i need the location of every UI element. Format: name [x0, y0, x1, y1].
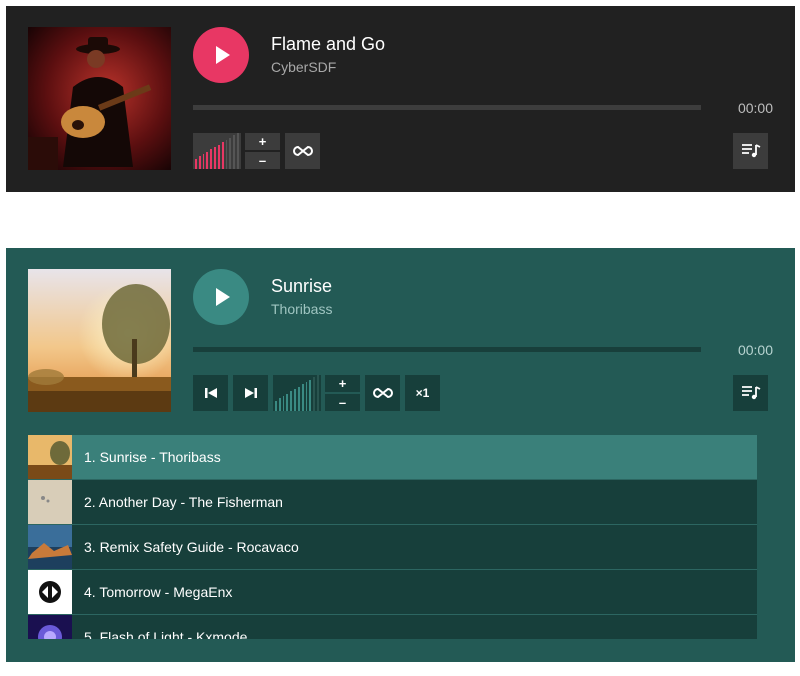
skip-next-icon [244, 388, 257, 398]
volume-bar [313, 377, 316, 411]
play-button[interactable] [193, 27, 249, 83]
repeat-icon [292, 145, 313, 157]
volume-bar [317, 375, 319, 411]
volume-bar [305, 382, 308, 411]
track-label: 4. Tomorrow - MegaEnx [84, 584, 233, 600]
volume-bar [286, 394, 289, 411]
volume-bar [297, 387, 300, 411]
track-label: 5. Flash of Light - Kxmode [84, 629, 248, 639]
volume-bar [210, 149, 213, 169]
progress-bar[interactable] [193, 105, 701, 110]
playlist-button[interactable] [733, 375, 768, 411]
playlist-icon [741, 144, 760, 158]
volume-bar [214, 147, 216, 169]
track-label: 2. Another Day - The Fisherman [84, 494, 283, 510]
play-button[interactable] [193, 269, 249, 325]
volume-bar [217, 145, 220, 169]
playlist-item[interactable]: 4. Tomorrow - MegaEnx [28, 570, 757, 615]
volume-bar [229, 138, 232, 169]
volume-up-button[interactable]: + [245, 133, 280, 150]
repeat-icon [372, 387, 393, 399]
skip-previous-icon [204, 388, 217, 398]
volume-bar [237, 133, 239, 169]
playlist-button[interactable] [733, 133, 768, 169]
volume-bar [233, 135, 236, 169]
playlist-icon [741, 386, 760, 400]
playlist-item[interactable]: 3. Remix Safety Guide - Rocavaco [28, 525, 757, 570]
volume-bar [221, 142, 224, 169]
volume-bar [275, 401, 277, 411]
previous-track-button[interactable] [193, 375, 228, 411]
volume-bar [290, 391, 293, 411]
track-artist: Thoribass [271, 301, 333, 317]
time-display: 00:00 [737, 100, 773, 116]
volume-bar [282, 396, 285, 411]
playlist: 1. Sunrise - Thoribass 2. Another Day - … [28, 435, 757, 639]
volume-bar [225, 140, 228, 169]
volume-bar [294, 389, 296, 411]
track-thumbnail [28, 435, 72, 479]
volume-bar [198, 156, 201, 169]
volume-down-button[interactable]: – [245, 152, 280, 169]
playlist-item[interactable]: 5. Flash of Light - Kxmode [28, 615, 757, 639]
volume-down-button[interactable]: – [325, 394, 360, 411]
track-thumbnail [28, 480, 72, 524]
volume-up-button[interactable]: + [325, 375, 360, 392]
track-thumbnail [28, 525, 72, 569]
volume-bar [301, 384, 304, 411]
album-art [28, 27, 171, 170]
audio-player-teal: Sunrise Thoribass 00:00 + – ×1 1. Sunris… [6, 248, 795, 662]
track-title: Sunrise [271, 276, 333, 296]
progress-bar[interactable] [193, 347, 701, 352]
volume-bar [278, 398, 281, 411]
volume-bar [309, 380, 312, 411]
repeat-button[interactable] [285, 133, 320, 169]
play-icon [216, 288, 230, 306]
volume-bar [206, 152, 209, 169]
play-icon [216, 46, 230, 64]
playlist-item[interactable]: 2. Another Day - The Fisherman [28, 480, 757, 525]
time-display: 00:00 [737, 342, 773, 358]
next-track-button[interactable] [233, 375, 268, 411]
track-title: Flame and Go [271, 34, 386, 54]
repeat-button[interactable] [365, 375, 400, 411]
playlist-item[interactable]: 1. Sunrise - Thoribass [28, 435, 757, 480]
track-artist: CyberSDF [271, 59, 337, 75]
audio-player-dark: Flame and Go CyberSDF 00:00 + – [6, 6, 795, 192]
volume-meter[interactable] [193, 133, 241, 169]
track-thumbnail [28, 615, 72, 639]
track-label: 1. Sunrise - Thoribass [84, 449, 221, 465]
volume-bar [195, 159, 197, 169]
speed-button[interactable]: ×1 [405, 375, 440, 411]
track-label: 3. Remix Safety Guide - Rocavaco [84, 539, 299, 555]
volume-bar [202, 154, 205, 169]
album-art [28, 269, 171, 412]
track-thumbnail [28, 570, 72, 614]
volume-meter[interactable] [273, 375, 321, 411]
